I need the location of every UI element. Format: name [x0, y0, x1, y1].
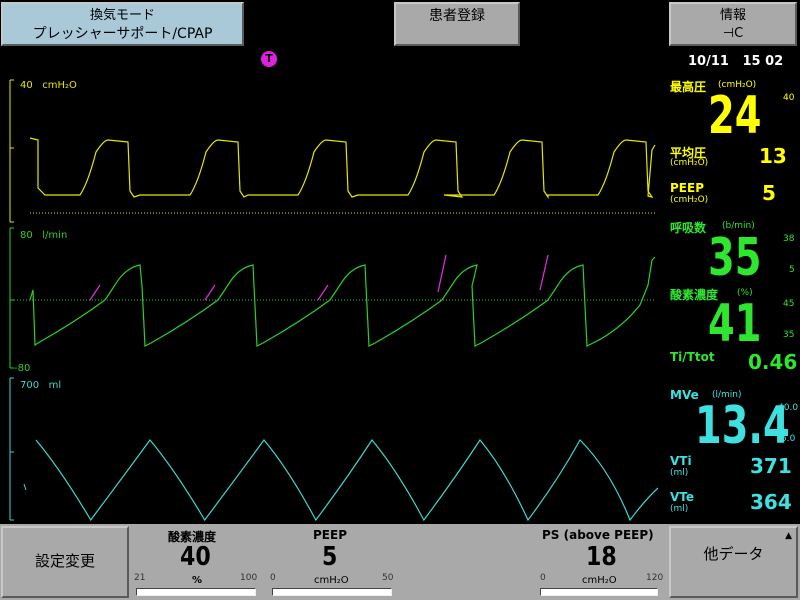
mode-value: プレッシャーサポート/CPAP [32, 26, 213, 42]
vte-value: 364 [750, 490, 792, 514]
mean-pressure-unit: (cmH₂O) [670, 158, 709, 168]
vte-unit: (ml) [670, 504, 689, 514]
ps-setting-min: 0 [540, 573, 546, 583]
date-time: 10/11 15 02 [688, 54, 783, 69]
mean-pressure-value: 13 [759, 144, 787, 168]
pressure-scale: 40 cmH₂O [20, 80, 77, 91]
pressure-trace [29, 137, 656, 199]
ps-setting[interactable]: PS (above PEEP) 18 cmH₂O 0 120 [536, 524, 664, 600]
o2-limit-high: 45 [783, 299, 795, 309]
ps-setting-value: 18 [586, 542, 617, 572]
peak-pressure-label: 最高圧 [670, 80, 707, 94]
flow-accent-segment [204, 284, 216, 301]
flow-scale-bottom: -80 [14, 363, 31, 374]
ps-setting-slider-fill [541, 589, 559, 595]
settings-change-button[interactable]: 設定変更 [1, 526, 129, 598]
o2-setting-unit: % [192, 575, 203, 586]
vti-unit: (ml) [670, 468, 689, 478]
ti-ttot-value: 0.46 [748, 350, 798, 374]
ps-setting-max: 120 [646, 573, 664, 583]
peep-setting-value: 5 [322, 542, 338, 572]
peep-setting-slider-fill [273, 589, 285, 595]
mve-value: 13.4 [695, 396, 790, 456]
patient-registration-label: 患者登録 [429, 8, 485, 24]
flow-accent-segment [539, 254, 549, 291]
peep-setting-unit: cmH₂O [314, 575, 349, 586]
date: 10/11 [688, 54, 729, 69]
ti-ttot-label: Ti/Ttot [670, 350, 715, 364]
peak-pressure-limit: 40 [783, 93, 795, 103]
vti-label: VTi [670, 454, 692, 468]
o2-setting[interactable]: 酸素濃度 40 % 21 100 [132, 524, 262, 600]
info-label: 情報 [719, 8, 746, 23]
bottom-bar: 設定変更 酸素濃度 40 % 21 100 PEEP 5 cmH₂O 0 50 … [0, 524, 800, 600]
peep-setting-min: 0 [270, 573, 276, 583]
resp-rate-label: 呼吸数 [670, 221, 707, 235]
info-button[interactable]: 情報 ⊣C [669, 2, 797, 46]
peep-value: 5 [762, 181, 776, 205]
plug-icon: ⊣C [722, 26, 744, 41]
peep-setting[interactable]: PEEP 5 cmH₂O 0 50 [266, 524, 396, 600]
o2-setting-slider-fill [137, 589, 166, 595]
resp-rate-limit-low: 5 [789, 265, 795, 275]
o2-setting-slider[interactable] [136, 588, 256, 596]
resp-rate-value: 35 [708, 228, 762, 288]
flow-accent-segment [89, 284, 101, 301]
vti-value: 371 [750, 454, 792, 478]
ps-setting-unit: cmH₂O [582, 575, 617, 586]
mode-title: 換気モード [89, 8, 155, 23]
peep-setting-max: 50 [382, 573, 394, 583]
resp-rate-limit-high: 38 [783, 234, 795, 244]
peep-unit: (cmH₂O) [670, 195, 709, 205]
peak-pressure-value: 24 [708, 86, 762, 146]
peep-setting-title: PEEP [313, 528, 347, 542]
waveform-area [9, 79, 659, 522]
patient-registration-button[interactable]: 患者登録 [394, 2, 520, 46]
flow-trace [29, 256, 656, 347]
ps-setting-title: PS (above PEEP) [542, 528, 654, 542]
flow-scale: 80 l/min [20, 230, 68, 241]
o2-setting-max: 100 [240, 573, 258, 583]
time: 15 02 [742, 54, 784, 69]
o2-value: 41 [708, 294, 762, 354]
o2-limit-low: 35 [783, 330, 795, 340]
trigger-icon: T [261, 51, 277, 67]
volume-trace [35, 438, 659, 522]
peep-setting-slider[interactable] [272, 588, 392, 596]
ventilation-mode-button[interactable]: 換気モード プレッシャーサポート/CPAP [1, 2, 244, 46]
corner-arrow-icon: ▲ [785, 531, 792, 541]
peep-label: PEEP [670, 181, 704, 195]
o2-setting-value: 40 [180, 542, 211, 572]
other-data-button[interactable]: 他データ ▲ [669, 526, 798, 598]
vte-label: VTe [670, 490, 695, 504]
flow-accent-segment [437, 254, 447, 293]
o2-setting-min: 21 [134, 573, 146, 583]
ps-setting-slider[interactable] [540, 588, 658, 596]
volume-scale: 700 ml [20, 380, 62, 391]
flow-accent-segment [317, 284, 329, 301]
